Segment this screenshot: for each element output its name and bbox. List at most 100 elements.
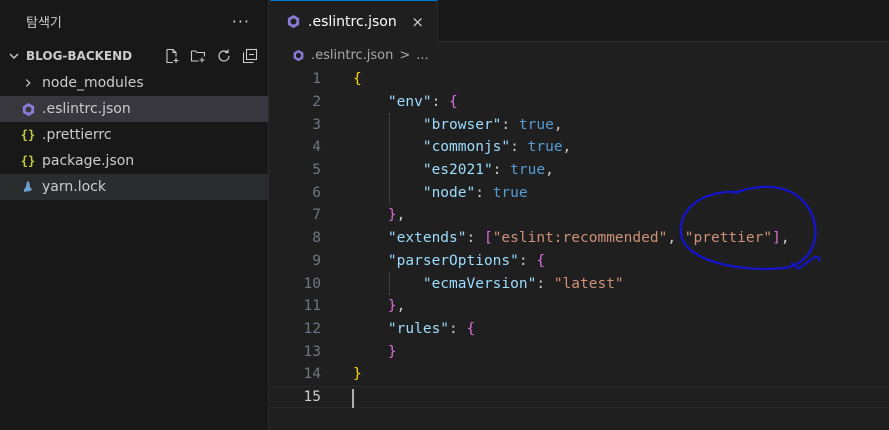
code-token: : <box>492 162 511 179</box>
refresh-icon[interactable] <box>214 46 234 66</box>
tree-item-label: package.json <box>42 153 135 169</box>
code-token: { <box>466 320 476 337</box>
line-number: 7 <box>312 207 321 224</box>
code-text: "rules": { <box>353 321 475 337</box>
text-cursor <box>352 388 354 408</box>
code-token: } <box>387 343 397 360</box>
code-line[interactable]: 7 }, <box>270 204 889 227</box>
line-number: 14 <box>303 366 321 383</box>
code-text: "node": true <box>353 185 528 201</box>
tree-item-node-modules[interactable]: node_modules <box>0 70 268 96</box>
tree-item-label: .prettierrc <box>42 127 112 143</box>
code-line[interactable]: 14} <box>270 363 889 386</box>
explorer-title: 탐색기 <box>26 15 62 31</box>
code-line[interactable]: 1{ <box>270 68 889 91</box>
code-text: "browser": true, <box>353 117 563 133</box>
tree-item-yarn-lock[interactable]: yarn.lock <box>0 174 268 200</box>
code-token: "es2021" <box>422 162 493 179</box>
code-text: } <box>353 344 397 360</box>
code-token: "ecmaVersion" <box>422 275 537 292</box>
tree-item-label: yarn.lock <box>42 179 106 195</box>
tree-item-label: node_modules <box>42 75 144 91</box>
code-token: : <box>510 139 528 156</box>
tab-bar: .eslintrc.json × <box>270 0 889 42</box>
code-text: }, <box>353 298 405 314</box>
code-token: true <box>527 139 563 156</box>
code-line[interactable]: 15 <box>270 385 889 409</box>
code-token: : <box>466 230 484 247</box>
breadcrumb-more[interactable]: ... <box>416 48 428 63</box>
code-token: : <box>475 184 493 201</box>
indent-guide <box>389 113 390 204</box>
indent-guide <box>389 272 390 295</box>
code-token: } <box>387 298 397 315</box>
close-icon[interactable]: × <box>409 13 427 31</box>
more-actions-button[interactable]: ··· <box>232 12 250 31</box>
code-text: } <box>353 366 362 382</box>
code-token: : <box>431 94 450 111</box>
line-number: 12 <box>303 320 321 337</box>
breadcrumb-file[interactable]: .eslintrc.json <box>311 48 393 63</box>
explorer-actions <box>162 46 268 66</box>
code-line[interactable]: 9 "parserOptions": { <box>270 250 889 273</box>
line-number: 11 <box>303 298 321 315</box>
code-text: "commonjs": true, <box>353 139 571 155</box>
code-text: }, <box>353 207 405 223</box>
eslint-icon <box>292 49 305 62</box>
eslint-icon <box>20 101 36 117</box>
code-line[interactable]: 4 "commonjs": true, <box>270 136 889 159</box>
code-token: "env" <box>387 94 432 111</box>
breadcrumb-separator: > <box>399 47 411 63</box>
code-token: , <box>396 207 406 224</box>
code-line[interactable]: 8 "extends": ["eslint:recommended", "pre… <box>270 227 889 250</box>
code-text: "parserOptions": { <box>353 253 545 269</box>
code-line[interactable]: 3 "browser": true, <box>270 113 889 136</box>
code-token: true <box>518 116 554 133</box>
collapse-all-icon[interactable] <box>240 46 260 66</box>
workspace-title: BLOG-BACKEND <box>26 49 133 63</box>
code-line[interactable]: 5 "es2021": true, <box>270 159 889 182</box>
code-line[interactable]: 10 "ecmaVersion": "latest" <box>270 272 889 295</box>
code-token: "extends" <box>387 230 467 247</box>
code-text: "es2021": true, <box>353 162 554 178</box>
code-token: , <box>545 162 554 179</box>
code-token: ] <box>772 230 781 247</box>
line-number: 4 <box>312 139 321 156</box>
code-token: true <box>510 162 546 179</box>
new-folder-icon[interactable] <box>188 46 208 66</box>
line-number: 3 <box>312 116 321 133</box>
code-token: : <box>501 116 519 133</box>
editor-area: .eslintrc.json × .eslintrc.json > ... 1{… <box>270 0 889 430</box>
explorer-header: 탐색기 ··· <box>0 0 268 42</box>
workspace-section-header[interactable]: BLOG-BACKEND <box>0 42 268 70</box>
tree-item-prettierrc[interactable]: {} .prettierrc <box>0 122 268 148</box>
code-token: "node" <box>422 184 476 201</box>
line-number: 13 <box>303 343 321 360</box>
code-token: , <box>667 230 685 247</box>
code-token: , <box>396 298 406 315</box>
code-token: , <box>553 116 563 133</box>
code-token: : <box>449 320 467 337</box>
code-line[interactable]: 13 } <box>270 340 889 363</box>
json-icon: {} <box>20 128 36 142</box>
code-line[interactable]: 11 }, <box>270 295 889 318</box>
tree-item-eslintrc[interactable]: .eslintrc.json <box>0 96 268 122</box>
tree-item-package-json[interactable]: {} package.json <box>0 148 268 174</box>
code-editor[interactable]: 1{2 "env": {3 "browser": true, 4 "commonj… <box>270 68 889 409</box>
code-line[interactable]: 2 "env": { <box>270 91 889 114</box>
tab-eslintrc[interactable]: .eslintrc.json × <box>270 0 438 42</box>
code-line[interactable]: 6 "node": true <box>270 181 889 204</box>
line-number: 5 <box>312 162 321 179</box>
code-line[interactable]: 12 "rules": { <box>270 318 889 341</box>
line-number: 10 <box>303 275 321 292</box>
new-file-icon[interactable] <box>162 46 182 66</box>
code-token: "rules" <box>387 320 450 337</box>
json-icon: {} <box>20 154 36 168</box>
code-token: "browser" <box>422 116 502 133</box>
code-text: { <box>353 71 362 87</box>
